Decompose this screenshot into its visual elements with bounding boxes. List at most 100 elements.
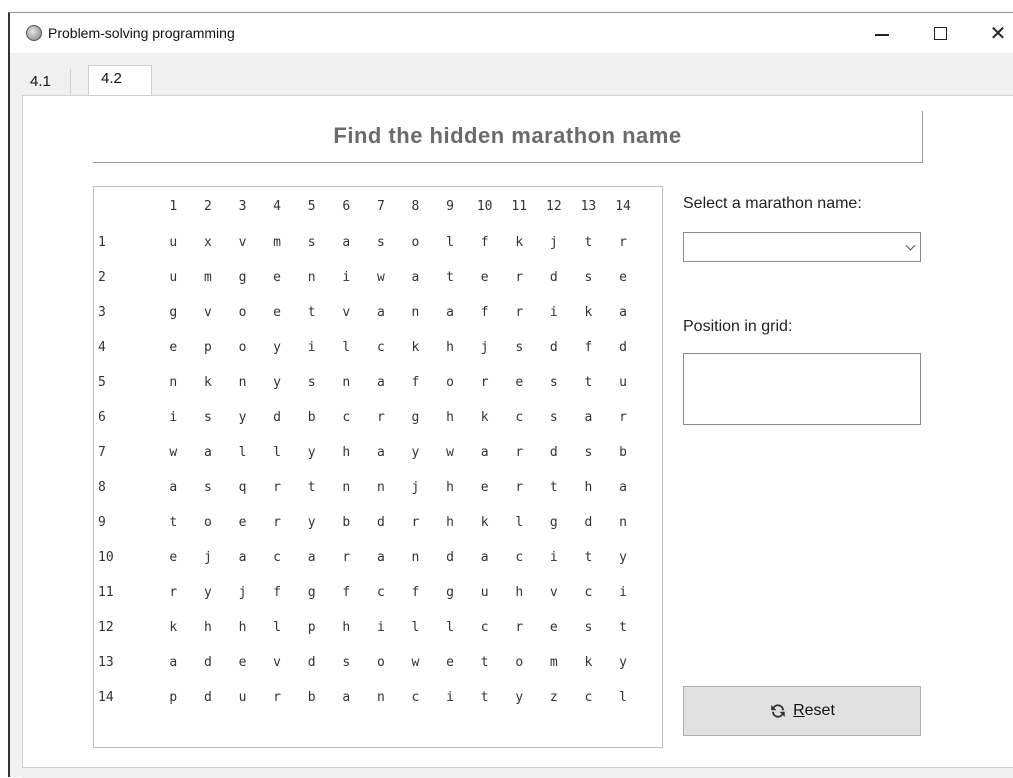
grid-letter-cell: r [619, 235, 627, 250]
grid-letter-cell: t [619, 620, 627, 635]
minimize-button[interactable] [862, 19, 902, 47]
grid-letter-cell: a [376, 550, 385, 565]
grid-letter-cell: n [376, 690, 385, 705]
grid-letter-cell: y [411, 445, 420, 460]
grid-row: 7 w a l l y h a y w a r d s b [94, 435, 640, 470]
grid-letter-cell: r [515, 270, 524, 285]
grid-column-header: 6 [342, 198, 351, 214]
grid-letter-cell: o [238, 340, 247, 355]
grid-letter-cell: n [342, 480, 351, 495]
grid-row: 13 a d e v d s o w e t o m k y [94, 645, 640, 680]
grid-letter-cell: g [446, 585, 454, 600]
grid-letter-cell: p [307, 620, 316, 635]
grid-letter-cell: d [376, 515, 385, 530]
grid-letter-cell: h [584, 480, 593, 495]
grid-letter-cell: o [515, 655, 524, 670]
grid-letter-cell: t [549, 480, 558, 495]
grid-letter-cell: s [584, 620, 593, 635]
grid-letter-cell: b [619, 445, 627, 460]
reset-button[interactable]: Reset [683, 686, 921, 736]
grid-letter-cell: t [584, 375, 593, 390]
grid-column-header: 10 [476, 198, 493, 214]
grid-column-header: 13 [580, 198, 597, 214]
grid-row: 8 a s q r t n n j h e r t h a [94, 470, 640, 505]
grid-letter-cell: h [446, 410, 454, 425]
grid-letter-cell: e [238, 515, 247, 530]
grid-letter-cell: w [169, 445, 178, 460]
grid-letter-cell: h [515, 585, 524, 600]
grid-letter-cell: r [273, 690, 281, 705]
grid-letter-cell: t [480, 690, 489, 705]
grid-row: 1 u x v m s a s o l f k j t r [94, 225, 640, 260]
grid-letter-cell: a [411, 270, 420, 285]
tab-4-1[interactable]: 4.1 [18, 69, 71, 95]
grid-letter-cell: u [480, 585, 489, 600]
heading-box: Find the hidden marathon name [93, 111, 923, 163]
grid-letter-cell: v [549, 585, 558, 600]
grid-letter-cell: o [238, 305, 247, 320]
grid-row-header: 7 [98, 445, 106, 460]
minimize-icon [875, 34, 889, 36]
grid-letter-cell: y [273, 340, 281, 355]
grid-letter-cell: p [169, 690, 178, 705]
grid-letter-cell: p [203, 340, 212, 355]
grid-letter-cell: u [619, 375, 627, 390]
grid-letter-cell: s [307, 235, 316, 250]
grid-row-header: 3 [98, 305, 106, 320]
grid-row-header: 8 [98, 480, 106, 495]
grid-letter-cell: r [515, 480, 524, 495]
grid-letter-cell: w [411, 655, 420, 670]
grid-letter-cell: a [203, 445, 212, 460]
grid-letter-cell: a [342, 235, 351, 250]
grid-letter-cell: r [515, 305, 524, 320]
grid-letter-cell: t [169, 515, 178, 530]
grid-row-header: 9 [98, 515, 106, 530]
grid-letter-cell: a [480, 445, 489, 460]
grid-letter-cell: j [549, 235, 558, 250]
grid-letter-cell: d [549, 445, 558, 460]
maximize-button[interactable] [920, 19, 960, 47]
grid-letter-cell: n [342, 375, 351, 390]
grid-letter-cell: o [203, 515, 212, 530]
grid-letter-cell: o [411, 235, 420, 250]
grid-column-header: 8 [411, 198, 420, 214]
grid-letter-cell: e [446, 655, 454, 670]
tab-4-2[interactable]: 4.2 [88, 65, 152, 96]
grid-row-header: 14 [98, 690, 114, 705]
grid-letter-cell: i [376, 620, 385, 635]
grid-letter-cell: f [411, 375, 420, 390]
grid-letter-cell: s [515, 340, 524, 355]
grid-column-header: 3 [238, 198, 247, 214]
grid-letter-cell: y [619, 655, 627, 670]
app-icon [26, 25, 42, 41]
grid-letter-cell: c [584, 690, 593, 705]
grid-letter-cell: k [411, 340, 420, 355]
grid-letter-cell: c [515, 410, 524, 425]
grid-row: 9 t o e r y b d r h k l g d n [94, 505, 640, 540]
grid-row: 6 i s y d b c r g h k c s a r [94, 400, 640, 435]
grid-letter-cell: a [238, 550, 247, 565]
grid-column-header: 5 [307, 198, 316, 214]
position-in-grid-field[interactable] [683, 353, 921, 425]
grid-letter-cell: y [273, 375, 281, 390]
grid-letter-cell: i [342, 270, 351, 285]
grid-letter-cell: a [619, 480, 627, 495]
grid-letter-cell: l [411, 620, 420, 635]
grid-letter-cell: h [446, 515, 454, 530]
grid-letter-cell: t [480, 655, 489, 670]
page-title: Find the hidden marathon name [333, 123, 682, 148]
grid-letter-cell: s [584, 445, 593, 460]
grid-row-header: 13 [98, 655, 114, 670]
grid-letter-cell: f [273, 585, 281, 600]
marathon-name-dropdown[interactable] [683, 232, 921, 262]
grid-row: 14 p d u r b a n c i t y z c l [94, 680, 640, 715]
grid-letter-cell: l [446, 235, 454, 250]
close-button[interactable]: ✕ [978, 19, 1013, 47]
grid-letter-cell: m [203, 270, 212, 285]
grid-row-header: 6 [98, 410, 106, 425]
grid-letter-cell: r [619, 410, 627, 425]
grid-column-header: 7 [376, 198, 385, 214]
window-title: Problem-solving programming [48, 25, 235, 41]
grid-column-header: 1 [169, 198, 178, 214]
tab-panel: Find the hidden marathon name 1234567891… [22, 95, 1013, 768]
